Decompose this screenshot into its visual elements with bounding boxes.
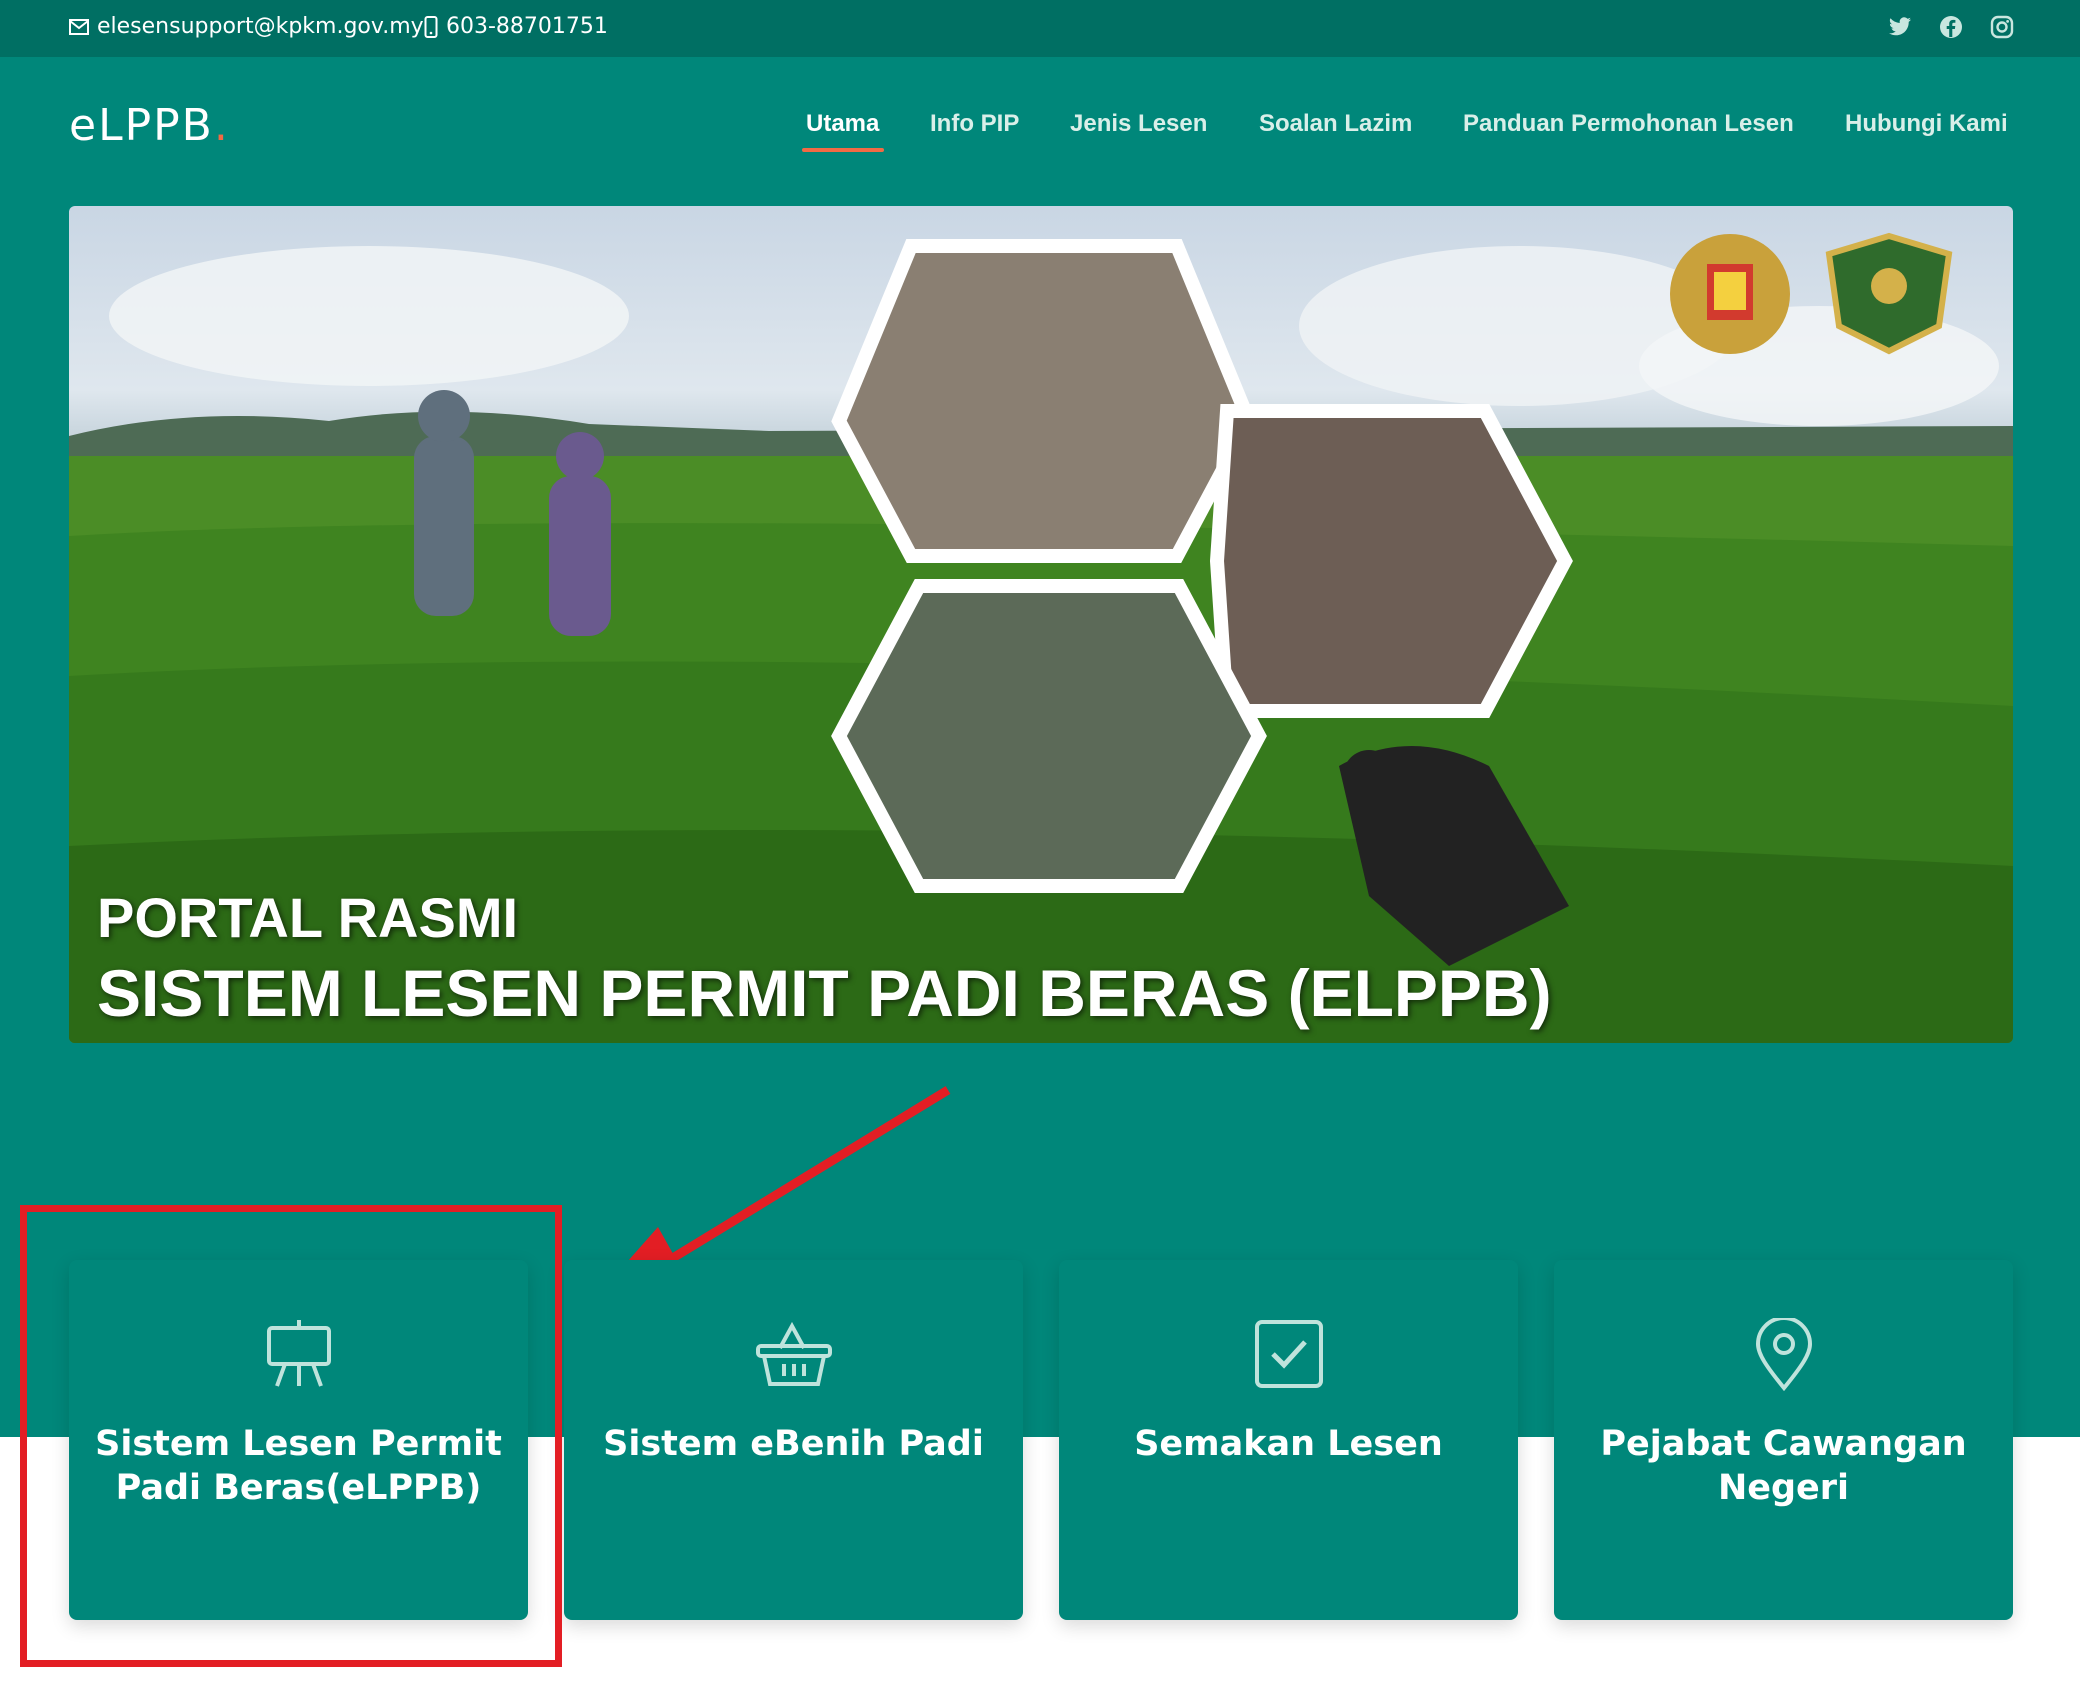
checkbox-icon bbox=[1254, 1320, 1323, 1388]
annotation-highlight-box bbox=[20, 1205, 562, 1667]
card-pejabat-cawangan-negeri[interactable]: Pejabat Cawangan Negeri bbox=[1554, 1260, 2013, 1620]
location-pin-icon bbox=[1755, 1318, 1812, 1392]
basket-icon bbox=[755, 1321, 832, 1386]
card-semakan-lesen[interactable]: Semakan Lesen bbox=[1059, 1260, 1518, 1620]
card-label: Semakan Lesen bbox=[1134, 1424, 1443, 1464]
card-label: Pejabat Cawangan Negeri bbox=[1600, 1424, 1967, 1508]
card-sistem-ebenih-padi[interactable]: Sistem eBenih Padi bbox=[564, 1260, 1023, 1620]
card-label: Sistem eBenih Padi bbox=[603, 1424, 984, 1464]
